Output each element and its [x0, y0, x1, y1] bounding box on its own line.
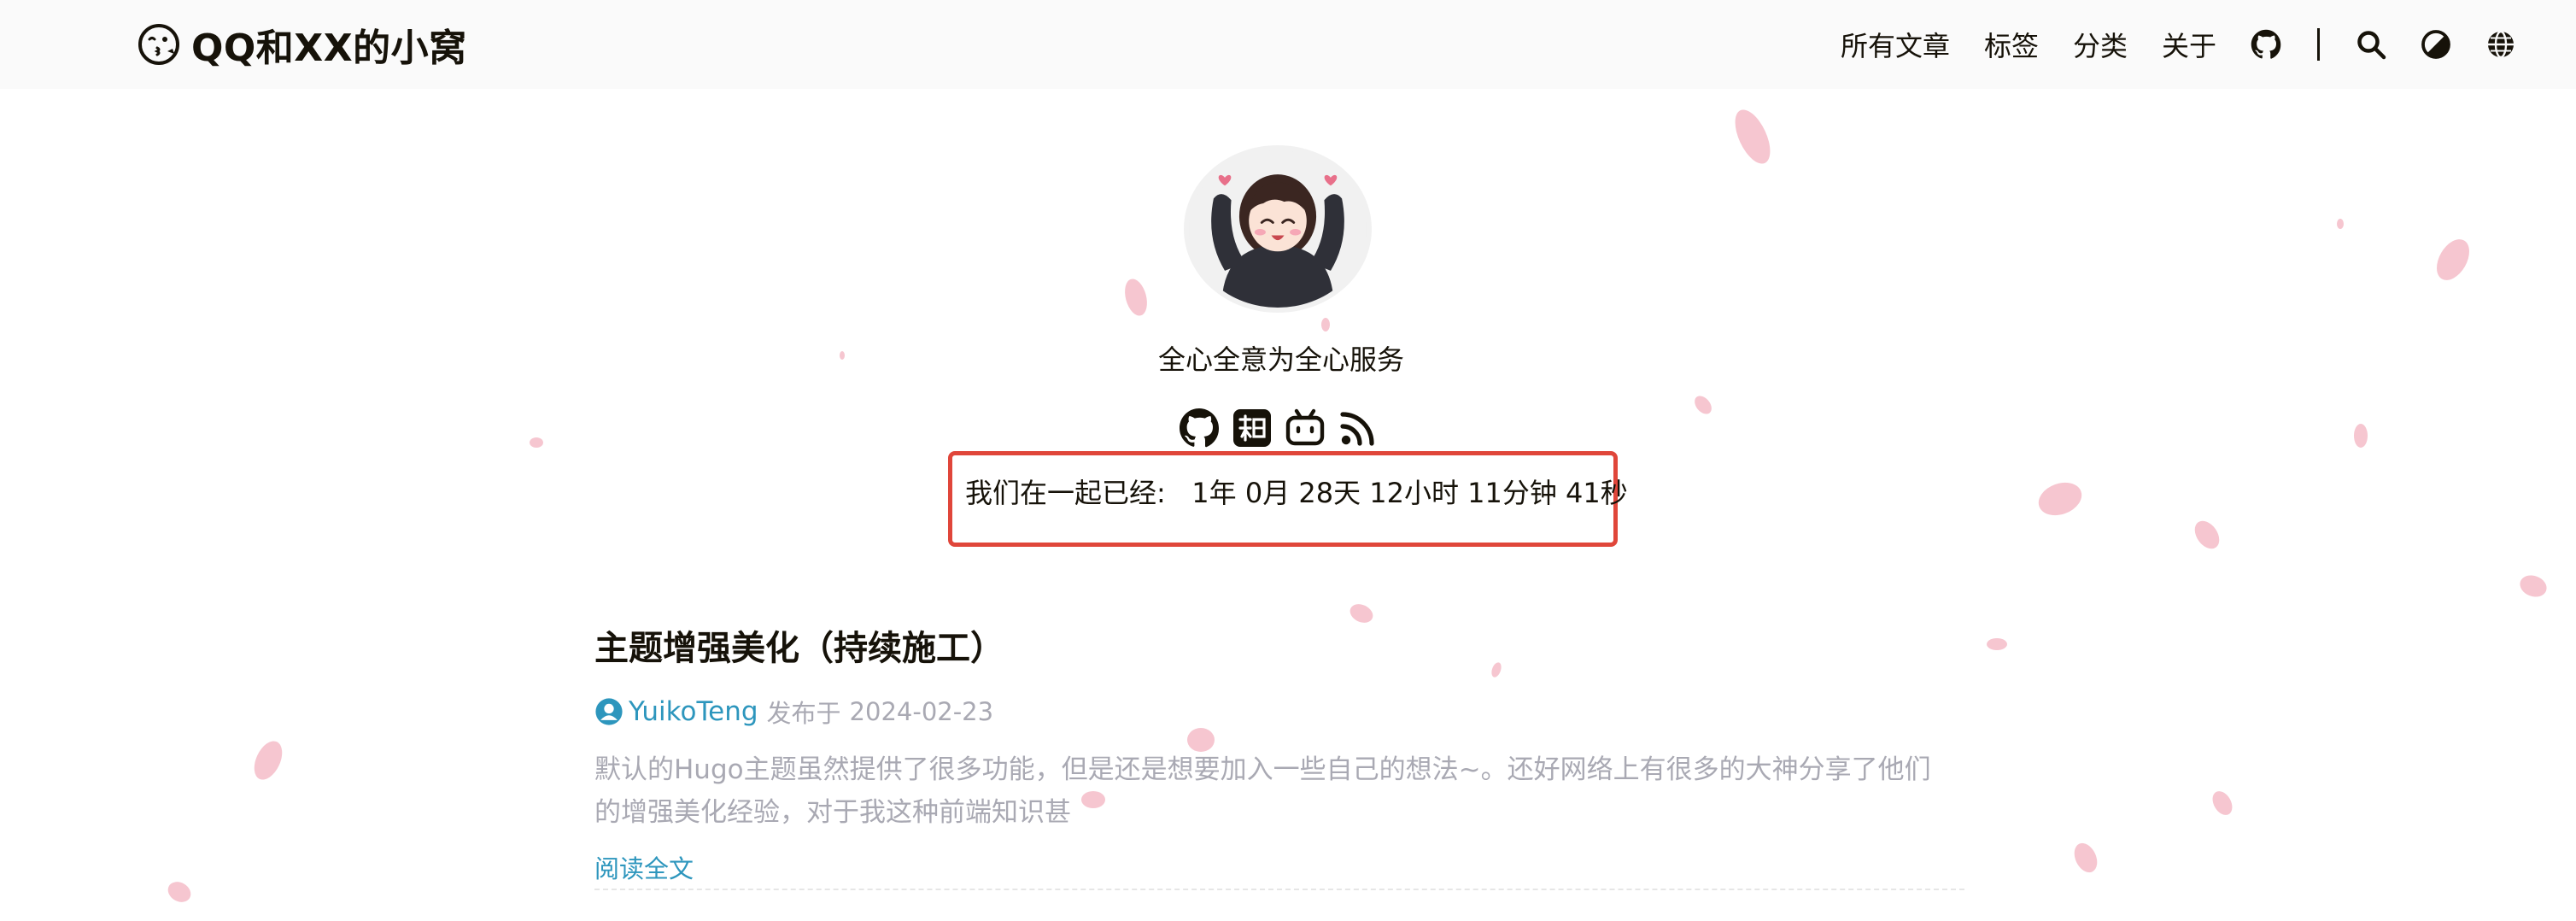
nav-tags[interactable]: 标签 [1984, 25, 2039, 64]
petal [2354, 424, 2368, 448]
together-timer-text: 我们在一起已经: 1年 0月 28天 12小时 11分钟 41秒 [965, 477, 1628, 509]
petal [2520, 575, 2547, 597]
petal [2337, 219, 2344, 229]
avatar [1184, 145, 1372, 313]
nav-divider [2317, 28, 2320, 61]
petal [167, 882, 191, 902]
petal [530, 437, 543, 448]
petal [1987, 638, 2007, 650]
petal [1695, 396, 1712, 414]
post-meta: YuikoTeng 发布于 2024-02-23 [594, 694, 1964, 730]
social-links [1179, 405, 1379, 451]
post-summary: 默认的Hugo主题虽然提供了很多功能，但是还是想要加入一些自己的想法~。还好网络… [594, 754, 1931, 828]
post-divider [594, 889, 1964, 890]
theme-toggle-icon[interactable] [2421, 29, 2451, 60]
site-brand-link[interactable]: QQ和XX的小窝 [137, 17, 467, 72]
language-globe-icon[interactable] [2485, 29, 2516, 60]
read-more-link[interactable]: 阅读全文 [594, 849, 694, 885]
github-icon[interactable] [1179, 408, 1220, 449]
zhihu-icon[interactable] [1232, 408, 1273, 449]
anime-girl-avatar-illustration [1189, 150, 1367, 308]
post-published-label: 发布于 [766, 699, 841, 728]
post-title[interactable]: 主题增强美化（持续施工） [594, 620, 1964, 670]
rss-icon[interactable] [1338, 408, 1379, 449]
nav-categories[interactable]: 分类 [2073, 25, 2128, 64]
post-date: 2024-02-23 [849, 697, 994, 726]
post-entry: 主题增强美化（持续施工） YuikoTeng 发布于 2024-02-23 默认… [594, 620, 1964, 885]
bilibili-icon[interactable] [1285, 408, 1326, 449]
post-author-link[interactable]: YuikoTeng [629, 696, 758, 727]
page: QQ和XX的小窝 所有文章 标签 分类 关于 全心全意为全心服务 我们在一起已经… [0, 0, 2576, 921]
site-title: QQ和XX的小窝 [191, 26, 467, 70]
petal [2194, 520, 2220, 549]
github-icon[interactable] [2251, 29, 2281, 60]
petal [254, 741, 283, 780]
petal [2074, 842, 2098, 873]
main-nav: 所有文章 标签 分类 关于 [1841, 19, 2516, 70]
petal [1321, 318, 1330, 331]
petal [2437, 239, 2469, 280]
petal [1125, 279, 1147, 316]
petal [2212, 791, 2233, 815]
petal [2038, 482, 2082, 516]
nav-about[interactable]: 关于 [2162, 25, 2216, 64]
user-circle-icon [595, 698, 623, 725]
search-icon[interactable] [2356, 29, 2386, 60]
petal [1735, 109, 1771, 164]
nav-all-posts[interactable]: 所有文章 [1841, 25, 1950, 64]
kissing-face-icon [138, 24, 179, 65]
site-header: QQ和XX的小窝 所有文章 标签 分类 关于 [0, 0, 2576, 89]
profile-subtitle: 全心全意为全心服务 [1157, 343, 1404, 376]
page-scrollbar[interactable] [2562, 89, 2576, 807]
